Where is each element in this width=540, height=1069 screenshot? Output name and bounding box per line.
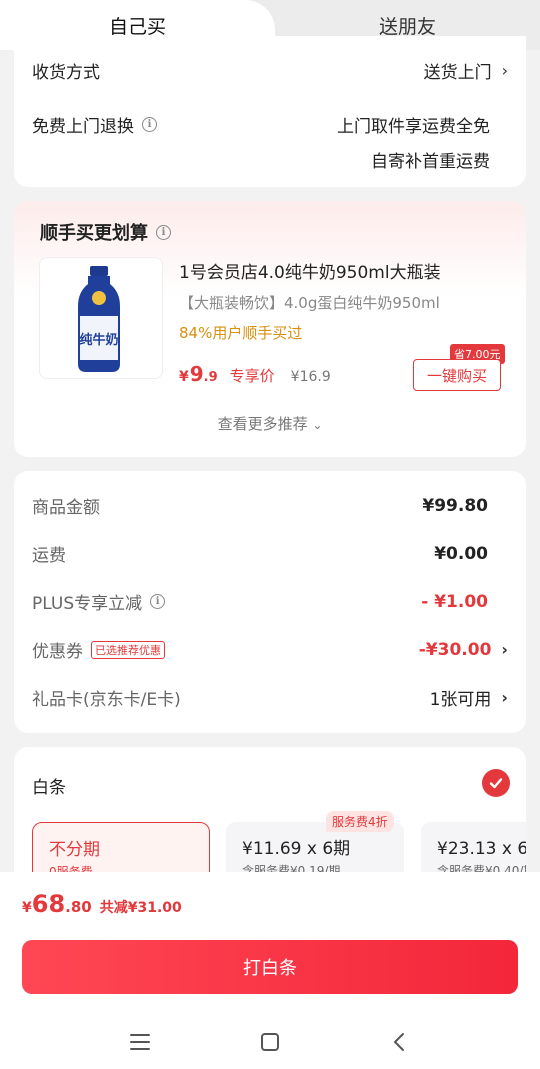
- return-line-2: 自寄补首重运费: [371, 152, 490, 172]
- info-icon[interactable]: i: [142, 117, 157, 132]
- plan-main: 不分期: [49, 840, 100, 860]
- baitiao-title: 白条: [32, 778, 66, 798]
- plus-discount-row: PLUS专享立减 i - ¥1.00: [32, 589, 508, 615]
- freight-value: ¥0.00: [434, 543, 488, 564]
- baitiao-card: 白条 不分期 0服务费 ¥11.69 x 6期 含服务费¥0.19/期 服务费4…: [14, 747, 526, 887]
- return-row: 免费上门退换 i 上门取件享运费全免 自寄补首重运费: [32, 112, 508, 172]
- delivery-method-value: 送货上门: [423, 63, 492, 83]
- plan-main: ¥23.13 x 6期: [437, 839, 526, 859]
- total-yen: ¥: [22, 900, 32, 916]
- goods-amount-value: ¥99.80: [422, 495, 488, 516]
- info-icon[interactable]: i: [150, 594, 166, 609]
- chevron-right-icon: ›: [501, 640, 508, 659]
- delivery-method-row[interactable]: 收货方式 送货上门 ›: [32, 58, 508, 83]
- gift-card-label: 礼品卡(京东卡/E卡): [32, 690, 181, 710]
- return-label: 免费上门退换: [32, 117, 134, 137]
- menu-icon[interactable]: [120, 1027, 160, 1057]
- delivery-method-label: 收货方式: [32, 63, 100, 83]
- check-icon[interactable]: [482, 769, 510, 797]
- freight-label: 运费: [32, 546, 66, 566]
- more-recommend-link[interactable]: 查看更多推荐 ⌄: [14, 413, 526, 434]
- chevron-right-icon: ›: [501, 61, 508, 80]
- return-line-1: 上门取件享运费全免: [337, 117, 490, 137]
- goods-amount-row: 商品金额 ¥99.80: [32, 493, 508, 519]
- recommend-title: 顺手买更划算 i: [40, 219, 171, 245]
- total-dec: .80: [65, 898, 92, 916]
- bottle-label: 纯牛奶: [79, 332, 118, 348]
- product-name[interactable]: 1号会员店4.0纯牛奶950ml大瓶装: [179, 258, 441, 283]
- gift-card-value: 1张可用: [429, 690, 492, 710]
- more-recommend-label: 查看更多推荐: [217, 415, 308, 433]
- total-discount: 共减¥31.00: [99, 900, 182, 916]
- system-nav-bar: [0, 1022, 540, 1062]
- back-icon[interactable]: [380, 1027, 420, 1057]
- one-click-buy-button[interactable]: 一键购买: [413, 359, 501, 391]
- cost-card: 商品金额 ¥99.80 运费 ¥0.00 PLUS专享立减 i - ¥1.00 …: [14, 471, 526, 733]
- product-price: ¥ 9.9 专享价 ¥16.9: [179, 362, 331, 386]
- chevron-down-icon: ⌄: [312, 418, 323, 432]
- original-price: ¥16.9: [290, 369, 331, 385]
- price-int: 9.9: [189, 362, 218, 386]
- freight-row: 运费 ¥0.00: [32, 541, 508, 567]
- product-desc: 【大瓶装畅饮】4.0g蛋白纯牛奶950ml: [179, 294, 440, 312]
- delivery-card: 收货方式 送货上门 › 免费上门退换 i 上门取件享运费全免 自寄补首重运费: [14, 36, 526, 187]
- total-price: ¥ 68 .80 共减¥31.00: [22, 890, 182, 918]
- price-yen: ¥: [179, 369, 189, 385]
- product-image[interactable]: 纯牛奶: [39, 257, 163, 379]
- total-int: 68: [31, 890, 66, 918]
- plus-discount-label: PLUS专享立减: [32, 594, 143, 614]
- coupon-tag: 已选推荐优惠: [91, 640, 165, 659]
- home-icon[interactable]: [250, 1027, 290, 1057]
- plan-badge: 服务费4折: [326, 811, 394, 832]
- coupon-label: 优惠券: [32, 642, 83, 662]
- price-tag: 专享价: [229, 367, 275, 385]
- plan-main: ¥11.69 x 6期: [242, 839, 351, 859]
- info-icon[interactable]: i: [156, 224, 171, 240]
- goods-amount-label: 商品金额: [32, 498, 100, 518]
- product-hint: 84%用户顺手买过: [179, 324, 303, 342]
- checkout-bar: ¥ 68 .80 共减¥31.00 打白条: [0, 872, 540, 1069]
- coupon-row[interactable]: 优惠券 已选推荐优惠 -¥30.00 ›: [32, 637, 508, 663]
- recommend-title-text: 顺手买更划算: [40, 223, 148, 244]
- gift-card-row[interactable]: 礼品卡(京东卡/E卡) 1张可用 ›: [32, 685, 508, 710]
- coupon-value: -¥30.00: [418, 639, 492, 660]
- pay-baitiao-button[interactable]: 打白条: [22, 940, 518, 994]
- recommend-card: 顺手买更划算 i 纯牛奶 1号会员店4.0纯牛奶950ml大瓶装 【大瓶装畅饮】…: [14, 201, 526, 457]
- plus-discount-value: - ¥1.00: [421, 591, 488, 612]
- chevron-right-icon: ›: [501, 688, 508, 707]
